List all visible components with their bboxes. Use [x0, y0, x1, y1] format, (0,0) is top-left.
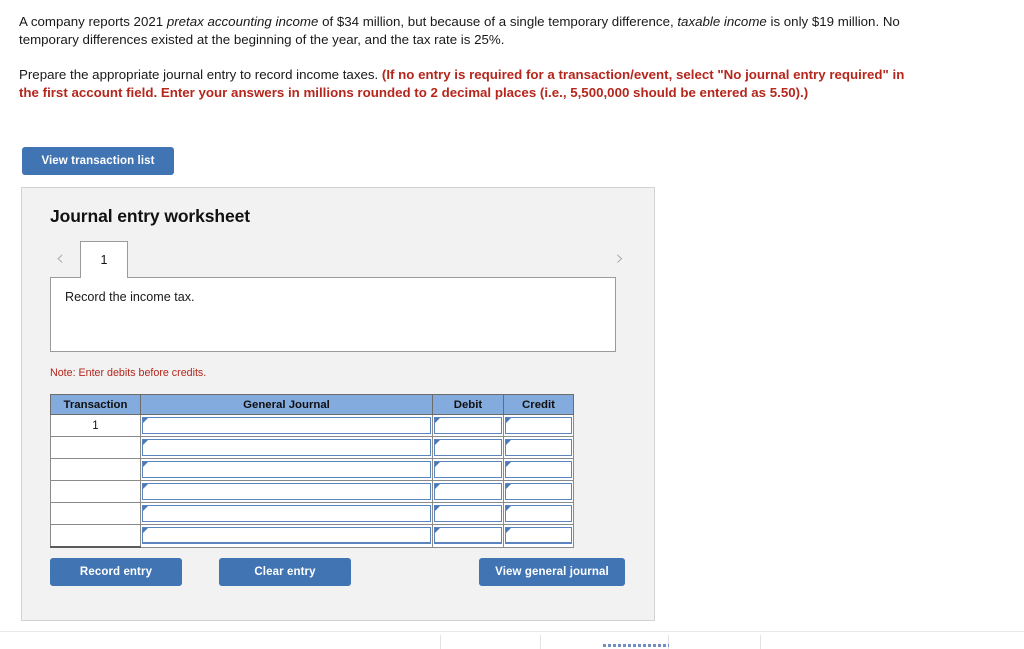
record-entry-button[interactable]: Record entry: [50, 558, 182, 586]
account-dropdown-1[interactable]: [142, 417, 431, 434]
cell-debit-input[interactable]: [432, 414, 504, 437]
next-page-chevron-icon[interactable]: ›: [610, 248, 630, 270]
debit-input-4[interactable]: [434, 483, 502, 500]
cell-general-journal-account-select[interactable]: [140, 436, 433, 459]
worksheet-instruction-text: Record the income tax.: [65, 290, 195, 304]
cell-credit-input[interactable]: [503, 458, 574, 481]
worksheet-instruction-box: Record the income tax.: [50, 277, 616, 352]
worksheet-tab-strip: ‹ 1 ›: [22, 238, 654, 278]
debit-input-5[interactable]: [434, 505, 502, 522]
cell-transaction-number: [50, 458, 141, 481]
cell-debit-input[interactable]: [432, 480, 504, 503]
cell-transaction-number: [50, 480, 141, 503]
cell-general-journal-account-select[interactable]: [140, 480, 433, 503]
bottom-divider: [760, 635, 761, 649]
cut-off-input-field: [603, 644, 669, 647]
account-dropdown-4[interactable]: [142, 483, 431, 500]
credit-input-5[interactable]: [505, 505, 572, 522]
question-prose: A company reports 2021 pretax accounting…: [19, 13, 919, 102]
debit-input-1[interactable]: [434, 417, 502, 434]
credit-input-6[interactable]: [505, 527, 572, 545]
account-dropdown-6[interactable]: [142, 527, 431, 545]
account-dropdown-5[interactable]: [142, 505, 431, 522]
cell-general-journal-account-select[interactable]: [140, 502, 433, 525]
column-header-credit: Credit: [503, 394, 574, 415]
column-header-debit: Debit: [432, 394, 504, 415]
question-paragraph-1: A company reports 2021 pretax accounting…: [19, 13, 919, 49]
cell-general-journal-account-select[interactable]: [140, 458, 433, 481]
cell-general-journal-account-select[interactable]: [140, 524, 433, 548]
instruction-text: Prepare the appropriate journal entry to…: [19, 67, 382, 82]
account-dropdown-2[interactable]: [142, 439, 431, 456]
cut-off-bottom-table: [0, 631, 1024, 649]
credit-input-1[interactable]: [505, 417, 572, 434]
credit-input-2[interactable]: [505, 439, 572, 456]
bottom-divider: [440, 635, 441, 649]
clear-entry-button[interactable]: Clear entry: [219, 558, 351, 586]
cell-transaction-number: [50, 524, 141, 548]
cell-transaction-number: [50, 502, 141, 525]
debit-input-3[interactable]: [434, 461, 502, 478]
cell-credit-input[interactable]: [503, 524, 574, 548]
table-row: 1: [50, 414, 574, 437]
cell-general-journal-account-select[interactable]: [140, 414, 433, 437]
question-text-1a: A company reports 2021: [19, 14, 167, 29]
cell-transaction-number: 1: [50, 414, 141, 437]
table-row: [50, 502, 574, 525]
table-row: [50, 480, 574, 503]
previous-page-chevron-icon[interactable]: ‹: [50, 248, 70, 270]
cell-credit-input[interactable]: [503, 436, 574, 459]
table-row: [50, 436, 574, 459]
column-header-general-journal: General Journal: [140, 394, 433, 415]
view-transaction-list-button[interactable]: View transaction list: [22, 147, 174, 175]
debit-input-6[interactable]: [434, 527, 502, 545]
question-text-1b: of $34 million, but because of a single …: [318, 14, 678, 29]
debits-before-credits-note: Note: Enter debits before credits.: [50, 367, 207, 379]
journal-entry-worksheet-panel: Journal entry worksheet ‹ 1 › Record the…: [21, 187, 655, 621]
question-emphasis-taxable-income: taxable income: [677, 14, 767, 29]
cell-credit-input[interactable]: [503, 480, 574, 503]
account-dropdown-3[interactable]: [142, 461, 431, 478]
cell-transaction-number: [50, 436, 141, 459]
question-emphasis-pretax-accounting-income: pretax accounting income: [166, 14, 319, 29]
cell-debit-input[interactable]: [432, 458, 504, 481]
table-row: [50, 524, 574, 548]
worksheet-title: Journal entry worksheet: [50, 206, 250, 226]
cell-credit-input[interactable]: [503, 414, 574, 437]
cell-debit-input[interactable]: [432, 436, 504, 459]
cell-credit-input[interactable]: [503, 502, 574, 525]
cell-debit-input[interactable]: [432, 502, 504, 525]
column-header-transaction: Transaction: [50, 394, 141, 415]
table-row: [50, 458, 574, 481]
debit-input-2[interactable]: [434, 439, 502, 456]
worksheet-tab-1[interactable]: 1: [80, 241, 128, 278]
table-header-row: Transaction General Journal Debit Credit: [50, 394, 574, 415]
question-paragraph-2: Prepare the appropriate journal entry to…: [19, 66, 919, 102]
bottom-divider: [540, 635, 541, 649]
credit-input-3[interactable]: [505, 461, 572, 478]
credit-input-4[interactable]: [505, 483, 572, 500]
journal-entry-table: Transaction General Journal Debit Credit…: [50, 394, 574, 548]
cell-debit-input[interactable]: [432, 524, 504, 548]
view-general-journal-button[interactable]: View general journal: [479, 558, 625, 586]
